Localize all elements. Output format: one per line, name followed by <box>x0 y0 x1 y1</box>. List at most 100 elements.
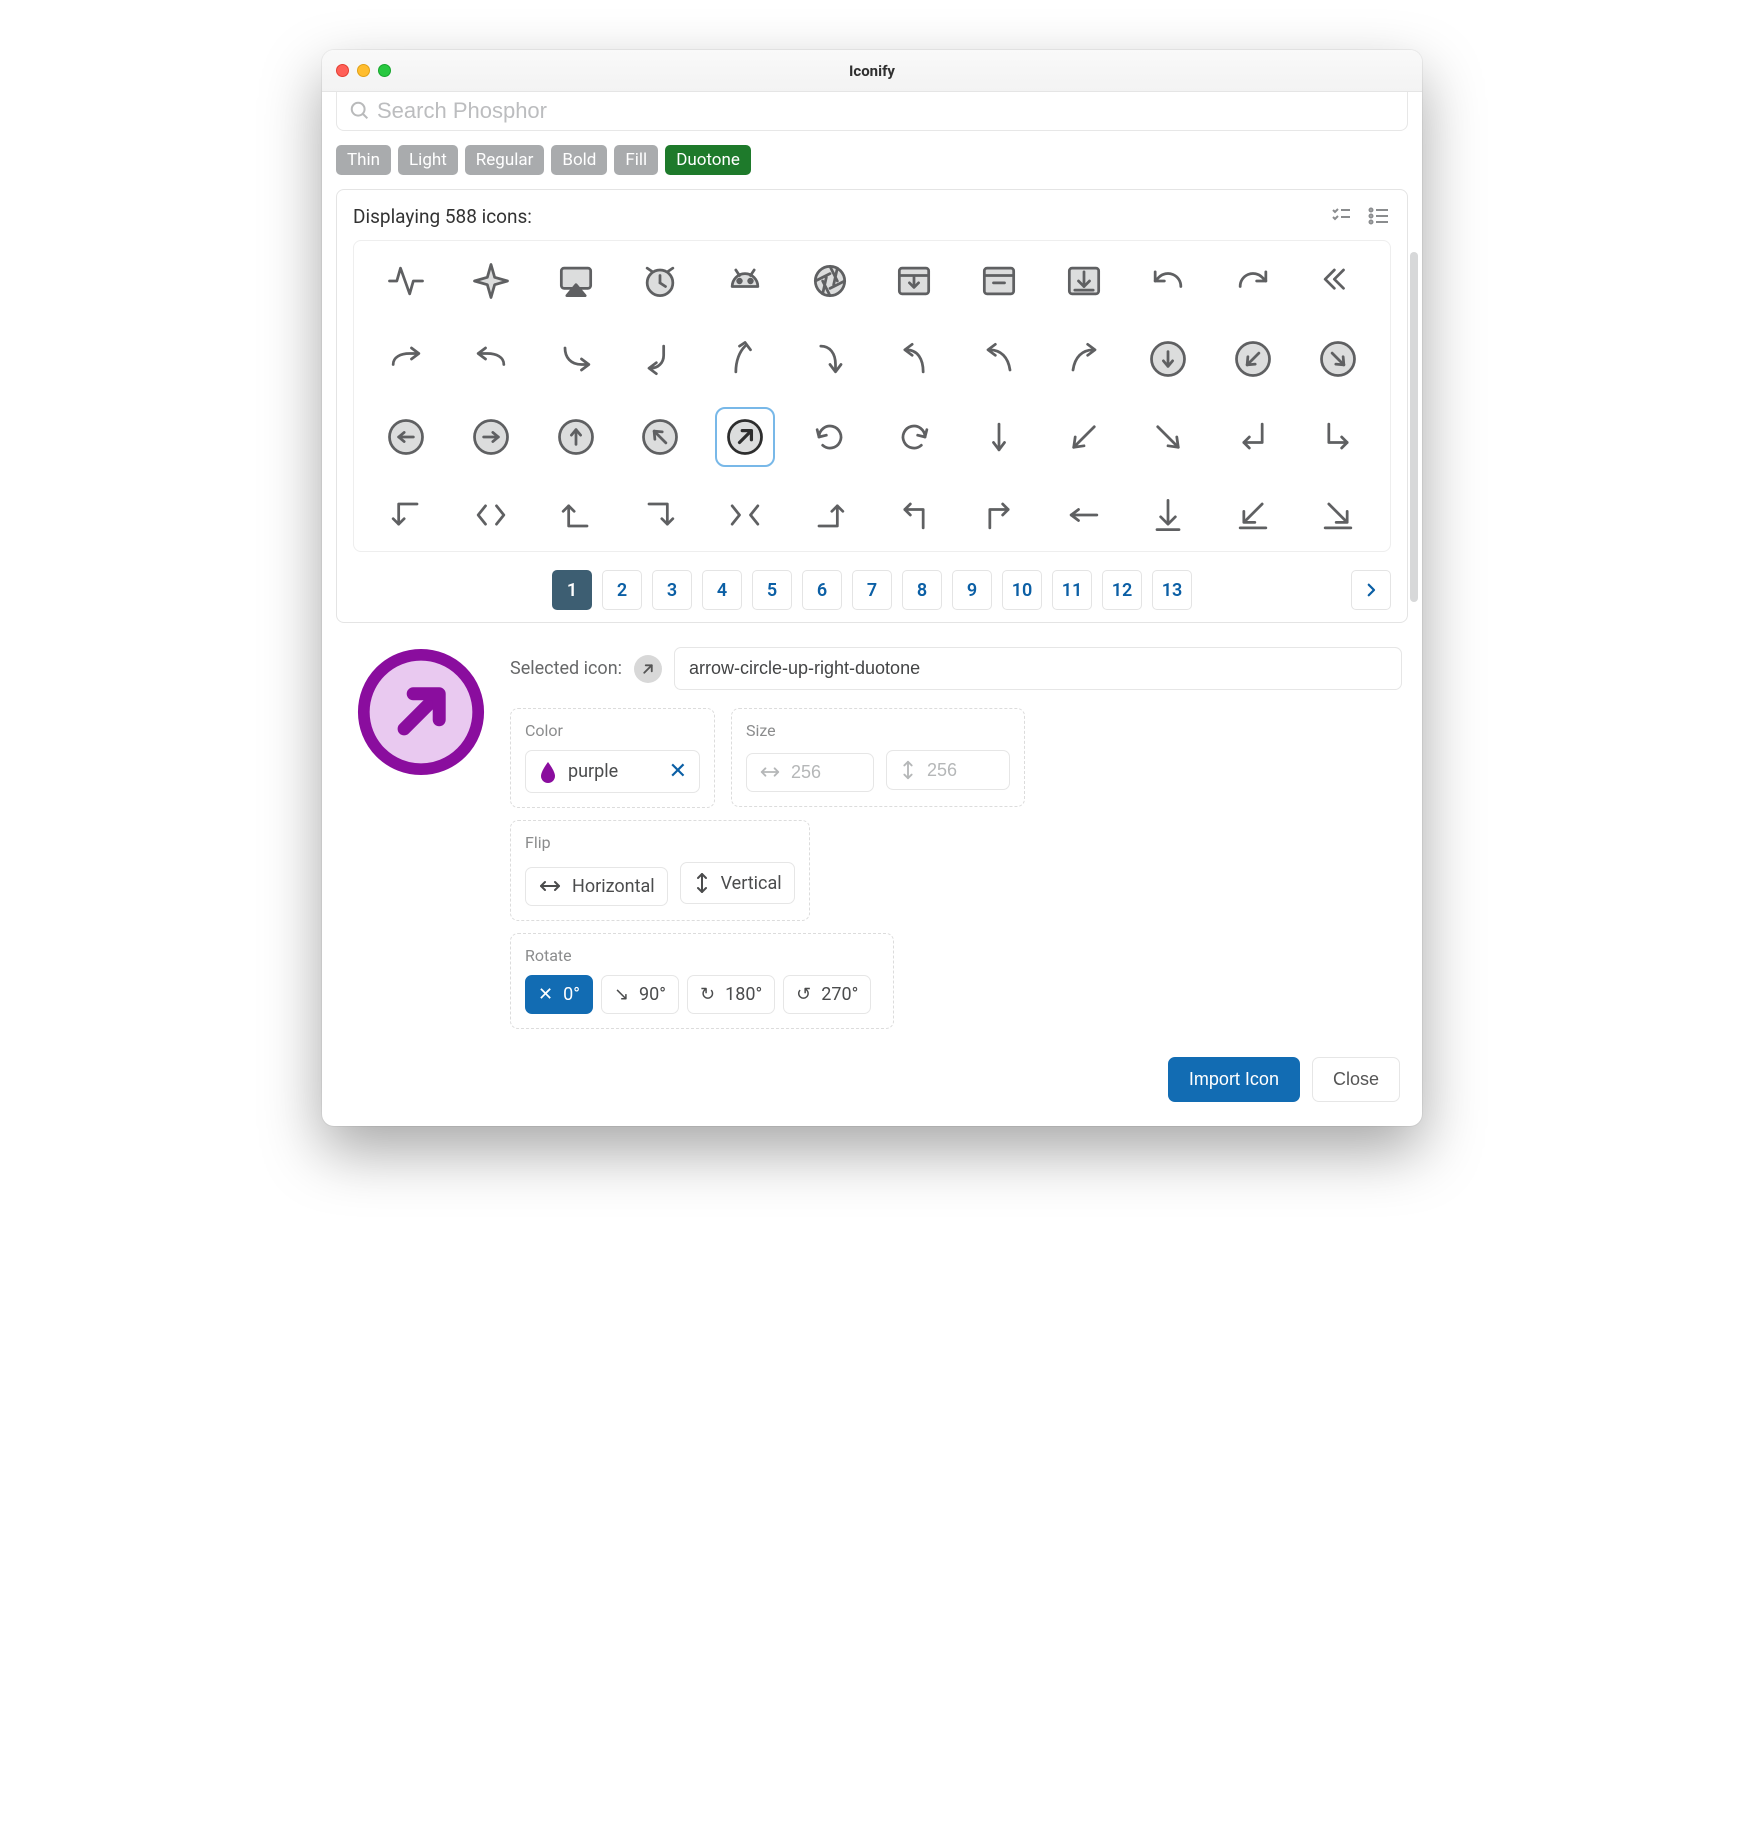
icon-rotate-ccw[interactable] <box>888 411 940 463</box>
icon-arrow-down[interactable] <box>973 411 1025 463</box>
filter-regular[interactable]: Regular <box>465 145 545 175</box>
filter-light[interactable]: Light <box>398 145 458 175</box>
icon-reply-all[interactable] <box>1312 255 1364 307</box>
icon-airplane[interactable] <box>465 255 517 307</box>
icon-line-down[interactable] <box>1142 489 1194 541</box>
filter-duotone[interactable]: Duotone <box>665 145 751 175</box>
icon-arrow-down-left[interactable] <box>1058 411 1110 463</box>
icon-elbow-up-left[interactable] <box>888 489 940 541</box>
icon-rotate-cw[interactable] <box>804 411 856 463</box>
icon-preview <box>356 647 486 777</box>
rotate-180deg[interactable]: ↻180° <box>687 975 775 1014</box>
horizontal-arrows-icon <box>538 877 562 895</box>
search-field[interactable] <box>336 92 1408 131</box>
icon-arrow-circle-down[interactable] <box>1142 333 1194 385</box>
icon-elbow-down-right[interactable] <box>1312 411 1364 463</box>
rotate-glyph-icon: ↻ <box>700 984 715 1005</box>
icon-count-label: Displaying 588 icons: <box>353 205 532 228</box>
page-12[interactable]: 12 <box>1102 570 1142 610</box>
icon-arrow-circle-up-left[interactable] <box>634 411 686 463</box>
color-button[interactable]: purple ✕ <box>525 750 700 793</box>
filter-thin[interactable]: Thin <box>336 145 391 175</box>
page-1[interactable]: 1 <box>552 570 592 610</box>
icon-undo[interactable] <box>1142 255 1194 307</box>
icon-corner-down[interactable] <box>804 333 856 385</box>
page-8[interactable]: 8 <box>902 570 942 610</box>
list-view-icon[interactable] <box>1367 204 1391 228</box>
flip-vertical-button[interactable]: Vertical <box>680 862 795 904</box>
icon-curve-up-left-2[interactable] <box>973 333 1025 385</box>
color-fieldset: Color purple ✕ <box>510 708 715 808</box>
width-input-wrap[interactable] <box>746 753 874 792</box>
icon-chevrons-in[interactable] <box>719 489 771 541</box>
icon-arrow-circle-up[interactable] <box>550 411 602 463</box>
icon-arrow-circle-right[interactable] <box>465 411 517 463</box>
icon-bend-left[interactable] <box>465 333 517 385</box>
page-4[interactable]: 4 <box>702 570 742 610</box>
icon-curve-up-right[interactable] <box>1058 333 1110 385</box>
icon-redo[interactable] <box>1227 255 1279 307</box>
icon-elbow-left-down[interactable] <box>380 489 432 541</box>
page-9[interactable]: 9 <box>952 570 992 610</box>
icon-airplay[interactable] <box>550 255 602 307</box>
page-next[interactable] <box>1351 570 1391 610</box>
icon-details: Selected icon: Color purple ✕ <box>336 623 1408 1047</box>
icon-panel: Displaying 588 icons: 12345678910111213 <box>336 189 1408 623</box>
icon-arrow-circle-down-right[interactable] <box>1312 333 1364 385</box>
icon-elbow-left-up[interactable] <box>550 489 602 541</box>
color-swatch-icon <box>538 760 558 784</box>
icon-chevrons-out[interactable] <box>465 489 517 541</box>
page-7[interactable]: 7 <box>852 570 892 610</box>
icon-bend-right[interactable] <box>380 333 432 385</box>
rotate-270deg[interactable]: ↺270° <box>783 975 871 1014</box>
page-10[interactable]: 10 <box>1002 570 1042 610</box>
icon-alarm[interactable] <box>634 255 686 307</box>
width-input[interactable] <box>791 762 861 783</box>
checklist-view-icon[interactable] <box>1329 204 1353 228</box>
icon-arrow-circle-up-right[interactable] <box>719 411 771 463</box>
rotate-0deg[interactable]: ✕0° <box>525 975 593 1014</box>
close-button[interactable]: Close <box>1312 1057 1400 1102</box>
icon-elbow-up-right[interactable] <box>973 489 1025 541</box>
filter-fill[interactable]: Fill <box>614 145 658 175</box>
page-6[interactable]: 6 <box>802 570 842 610</box>
icon-archive-box[interactable] <box>973 255 1025 307</box>
filter-bold[interactable]: Bold <box>551 145 607 175</box>
icon-elbow-right-down[interactable] <box>634 489 686 541</box>
icon-android-logo[interactable] <box>719 255 771 307</box>
page-11[interactable]: 11 <box>1052 570 1092 610</box>
icon-download-box[interactable] <box>1058 255 1110 307</box>
icon-grid <box>353 240 1391 552</box>
height-input-wrap[interactable] <box>886 750 1010 790</box>
flip-horizontal-button[interactable]: Horizontal <box>525 867 668 906</box>
icon-arrow-down-right[interactable] <box>1142 411 1194 463</box>
size-fieldset: Size <box>731 708 1025 807</box>
search-icon <box>349 100 371 122</box>
icon-line-down-left[interactable] <box>1227 489 1279 541</box>
page-3[interactable]: 3 <box>652 570 692 610</box>
icon-elbow-down-left[interactable] <box>1227 411 1279 463</box>
height-input[interactable] <box>927 760 997 781</box>
icon-activity[interactable] <box>380 255 432 307</box>
icon-elbow-right-up[interactable] <box>804 489 856 541</box>
scrollbar[interactable] <box>1410 252 1418 602</box>
clear-color-icon[interactable]: ✕ <box>655 759 687 784</box>
page-13[interactable]: 13 <box>1152 570 1192 610</box>
icon-arrow-circle-down-left[interactable] <box>1227 333 1279 385</box>
icon-line-down-right[interactable] <box>1312 489 1364 541</box>
icon-bend-down-right[interactable] <box>550 333 602 385</box>
page-2[interactable]: 2 <box>602 570 642 610</box>
icon-name-input[interactable] <box>674 647 1402 690</box>
import-button[interactable]: Import Icon <box>1168 1057 1300 1102</box>
rotate-90deg[interactable]: ↘90° <box>601 975 679 1014</box>
page-5[interactable]: 5 <box>752 570 792 610</box>
color-title: Color <box>525 721 700 740</box>
icon-aperture[interactable] <box>804 255 856 307</box>
icon-corner-down-left[interactable] <box>634 333 686 385</box>
icon-archive-tray[interactable] <box>888 255 940 307</box>
icon-arrow-left[interactable] <box>1058 489 1110 541</box>
icon-curve-up-left[interactable] <box>888 333 940 385</box>
icon-corner-up[interactable] <box>719 333 771 385</box>
search-input[interactable] <box>371 98 1395 124</box>
icon-arrow-circle-left[interactable] <box>380 411 432 463</box>
